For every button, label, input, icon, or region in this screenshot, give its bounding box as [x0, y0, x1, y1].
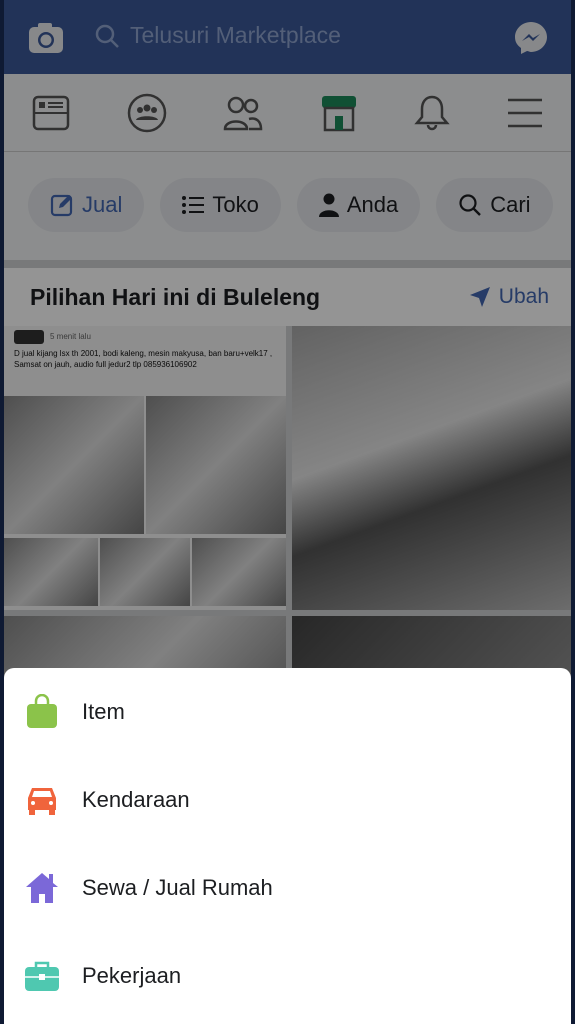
sheet-item-kendaraan[interactable]: Kendaraan — [4, 756, 571, 844]
sheet-item-label: Sewa / Jual Rumah — [82, 875, 273, 900]
house-icon — [26, 873, 58, 903]
sheet-item-label: Kendaraan — [82, 787, 190, 812]
sheet-item-item[interactable]: Item — [4, 668, 571, 756]
sheet-item-pekerjaan[interactable]: Pekerjaan — [4, 932, 571, 1020]
sell-category-sheet: Item Kendaraan Sewa / Jual Rumah Pekerja… — [4, 668, 571, 1024]
sheet-item-label: Pekerjaan — [82, 963, 182, 988]
sheet-item-sewa-jual-rumah[interactable]: Sewa / Jual Rumah — [4, 844, 571, 932]
car-icon — [28, 788, 56, 815]
shopping-bag-icon — [27, 694, 57, 728]
briefcase-icon — [25, 961, 59, 991]
sheet-item-label: Item — [82, 699, 125, 724]
